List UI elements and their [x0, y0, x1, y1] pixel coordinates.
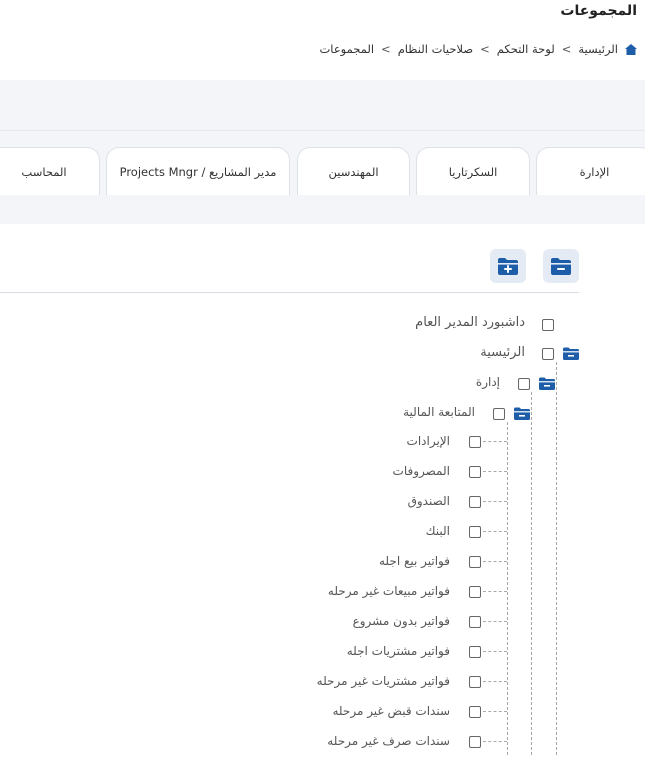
tab-accountant[interactable]: المحاسب: [0, 147, 100, 195]
breadcrumb-separator: >: [480, 42, 490, 56]
tree-checkbox[interactable]: [469, 706, 481, 718]
breadcrumb-dashboard[interactable]: لوحة التحكم: [497, 42, 555, 56]
divider: [0, 292, 579, 293]
tree-connector: [483, 621, 507, 622]
tree-item-label: فواتير مشتريات غير مرحله: [316, 674, 450, 688]
tree-item-label: الرئيسية: [480, 345, 525, 360]
tree-checkbox[interactable]: [469, 436, 481, 448]
tree-connector: [483, 501, 507, 502]
tree-item-label: البنك: [425, 524, 450, 538]
tree-checkbox[interactable]: [469, 466, 481, 478]
breadcrumb-groups: المجموعات: [319, 42, 375, 56]
tree-item-label: المتابعة المالية: [403, 405, 475, 419]
tree-connector: [483, 561, 507, 562]
folder-minus-icon[interactable]: [563, 347, 579, 360]
breadcrumb-home[interactable]: الرئيسية: [578, 42, 618, 56]
tree-checkbox[interactable]: [518, 378, 530, 390]
tab-label: المحاسب: [21, 164, 67, 179]
tree-checkbox[interactable]: [542, 319, 554, 331]
tree-connector: [483, 681, 507, 682]
tab-projects-manager[interactable]: مدير المشاريع / Projects Mngr: [106, 147, 290, 195]
breadcrumb: الرئيسية > لوحة التحكم > صلاحيات النظام …: [319, 42, 637, 56]
breadcrumb-permissions[interactable]: صلاحيات النظام: [398, 42, 473, 56]
tree-item-label: الإيرادات: [406, 434, 450, 448]
tree-checkbox[interactable]: [493, 408, 505, 420]
tab-secretariat[interactable]: السكرتاريا: [416, 147, 530, 195]
tree-item-label: إدارة: [475, 375, 500, 389]
tree-guide-line: [507, 422, 508, 755]
folder-plus-icon: [498, 257, 518, 275]
expand-all-button[interactable]: [490, 249, 526, 283]
tree-connector: [483, 471, 507, 472]
tree-checkbox[interactable]: [469, 676, 481, 688]
folder-minus-icon[interactable]: [539, 377, 555, 390]
tab-label: المهندسين: [328, 164, 379, 179]
tree-connector: [483, 441, 507, 442]
tree-checkbox[interactable]: [469, 736, 481, 748]
tree-item-label: الصندوق: [407, 494, 450, 508]
tree-guide-line: [531, 392, 532, 755]
tab-label: السكرتاريا: [448, 164, 498, 179]
tree-item-label: سندات قبض غير مرحله: [332, 704, 451, 718]
home-icon[interactable]: [625, 43, 637, 55]
tab-engineers[interactable]: المهندسين: [297, 147, 410, 195]
tree-item-label: فواتير بدون مشروع: [352, 614, 450, 628]
tree-guide-line: [556, 362, 557, 755]
tree-checkbox[interactable]: [542, 348, 554, 360]
tree-checkbox[interactable]: [469, 556, 481, 568]
tree-item-label: فواتير مشتريات اجله: [346, 644, 450, 658]
tree-connector: [483, 711, 507, 712]
folder-minus-icon: [551, 257, 571, 275]
tree-item-label: فواتير مبيعات غير مرحله: [327, 584, 450, 598]
collapse-all-button[interactable]: [543, 249, 579, 283]
tab-administration[interactable]: الإدارة: [536, 147, 645, 195]
tree-checkbox[interactable]: [469, 616, 481, 628]
tree-checkbox[interactable]: [469, 646, 481, 658]
tree-item-label: فواتير بيع اجله: [379, 554, 450, 568]
tree-checkbox[interactable]: [469, 586, 481, 598]
tab-label: الإدارة: [579, 164, 610, 179]
folder-minus-icon[interactable]: [514, 407, 530, 420]
page-title: المجموعات: [560, 3, 637, 19]
breadcrumb-separator: >: [561, 42, 572, 56]
tab-label: مدير المشاريع / Projects Mngr: [119, 164, 277, 179]
tree-item-label: داشبورد المدير العام: [415, 315, 525, 330]
toolbar-band: [0, 80, 645, 130]
tree-connector: [483, 531, 507, 532]
tree-connector: [483, 591, 507, 592]
tree-checkbox[interactable]: [469, 496, 481, 508]
tree-connector: [483, 651, 507, 652]
tree-item-label: سندات صرف غير مرحله: [327, 734, 450, 748]
tree-item-label: المصروفات: [392, 464, 450, 478]
breadcrumb-separator: >: [381, 42, 391, 56]
tree-connector: [483, 741, 507, 742]
tree-checkbox[interactable]: [469, 526, 481, 538]
